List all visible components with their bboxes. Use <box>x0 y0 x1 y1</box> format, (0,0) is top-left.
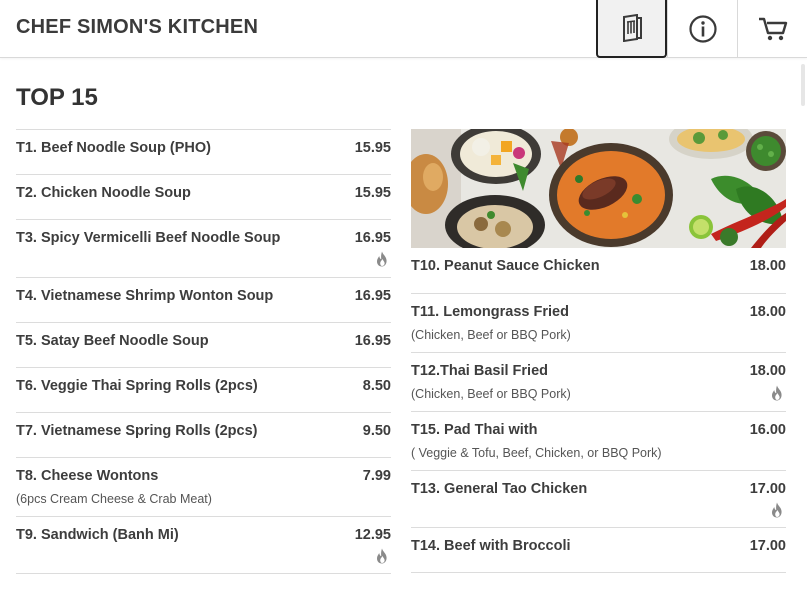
item-price: 16.95 <box>354 288 391 304</box>
item-price: 12.95 <box>354 527 391 543</box>
item-price: 18.00 <box>749 304 786 320</box>
item-name: T13. General Tao Chicken <box>411 481 588 497</box>
item-price: 18.00 <box>749 258 786 274</box>
spicy-icon <box>772 385 782 401</box>
spicy-icon <box>377 548 387 564</box>
item-price: 7.99 <box>362 468 391 484</box>
section-title: TOP 15 <box>16 84 98 111</box>
item-price: 15.95 <box>354 185 391 201</box>
info-button[interactable] <box>667 0 737 58</box>
item-price: 17.00 <box>749 538 786 554</box>
menu-item[interactable]: T15. Pad Thai with 16.00 ( Veggie & Tofu… <box>411 411 786 470</box>
item-price: 9.50 <box>362 423 391 439</box>
item-name: T11. Lemongrass Fried <box>411 304 569 320</box>
item-price: 8.50 <box>362 378 391 394</box>
item-description: (Chicken, Beef or BBQ Pork) <box>411 387 571 401</box>
cart-icon <box>758 17 787 41</box>
menu-item[interactable]: T5. Satay Beef Noodle Soup 16.95 <box>16 322 391 367</box>
item-name: T5. Satay Beef Noodle Soup <box>16 333 209 349</box>
item-price: 16.95 <box>354 230 391 246</box>
menu-item[interactable]: T7. Vietnamese Spring Rolls (2pcs) 9.50 <box>16 412 391 457</box>
item-price: 16.95 <box>354 333 391 349</box>
restaurant-name[interactable]: CHEF SIMON'S KITCHEN <box>16 16 258 39</box>
spicy-icon <box>772 502 782 518</box>
menu-item[interactable]: T11. Lemongrass Fried 18.00 (Chicken, Be… <box>411 293 786 352</box>
item-name: T12.Thai Basil Fried <box>411 363 548 379</box>
menu-item[interactable]: T4. Vietnamese Shrimp Wonton Soup 16.95 <box>16 277 391 322</box>
menu-item[interactable]: T1. Beef Noodle Soup (PHO) 15.95 <box>16 129 391 174</box>
item-description: (Chicken, Beef or BBQ Pork) <box>411 328 571 342</box>
menu-item[interactable]: T13. General Tao Chicken 17.00 <box>411 470 786 527</box>
item-price: 18.00 <box>749 363 786 379</box>
menu-item[interactable]: T14. Beef with Broccoli 17.00 <box>411 527 786 572</box>
spicy-icon <box>377 251 387 267</box>
menu-item[interactable]: T2. Chicken Noodle Soup 15.95 <box>16 174 391 219</box>
item-description: (6pcs Cream Cheese & Crab Meat) <box>16 492 212 506</box>
menu-item[interactable]: T9. Sandwich (Banh Mi) 12.95 <box>16 516 391 573</box>
app-header: CHEF SIMON'S KITCHEN <box>0 0 807 58</box>
info-icon <box>688 15 717 43</box>
item-name: T8. Cheese Wontons <box>16 468 159 484</box>
item-name: T1. Beef Noodle Soup (PHO) <box>16 140 211 156</box>
item-name: T14. Beef with Broccoli <box>411 538 571 554</box>
item-name: T4. Vietnamese Shrimp Wonton Soup <box>16 288 274 304</box>
item-name: T3. Spicy Vermicelli Beef Noodle Soup <box>16 230 281 246</box>
scrollbar[interactable] <box>801 64 805 106</box>
food-photo <box>411 129 786 248</box>
menu-item[interactable]: T8. Cheese Wontons 7.99 (6pcs Cream Chee… <box>16 457 391 516</box>
menu-column-right: T10. Peanut Sauce Chicken 18.00 T11. Lem… <box>411 129 786 573</box>
item-name: T10. Peanut Sauce Chicken <box>411 258 600 274</box>
item-name: T7. Vietnamese Spring Rolls (2pcs) <box>16 423 258 439</box>
menu-item[interactable]: T12.Thai Basil Fried 18.00 (Chicken, Bee… <box>411 352 786 411</box>
item-price: 15.95 <box>354 140 391 156</box>
item-name: T2. Chicken Noodle Soup <box>16 185 191 201</box>
column-divider <box>16 573 391 574</box>
column-divider <box>411 572 786 573</box>
item-name: T9. Sandwich (Banh Mi) <box>16 527 179 543</box>
menu-item[interactable]: T6. Veggie Thai Spring Rolls (2pcs) 8.50 <box>16 367 391 412</box>
cart-button[interactable] <box>737 0 807 58</box>
item-description: ( Veggie & Tofu, Beef, Chicken, or BBQ P… <box>411 446 662 460</box>
item-price: 16.00 <box>749 422 786 438</box>
menu-button[interactable] <box>596 0 667 58</box>
menu-item[interactable]: T3. Spicy Vermicelli Beef Noodle Soup 16… <box>16 219 391 277</box>
item-price: 17.00 <box>749 481 786 497</box>
menu-item[interactable]: T10. Peanut Sauce Chicken 18.00 <box>411 248 786 293</box>
item-name: T6. Veggie Thai Spring Rolls (2pcs) <box>16 378 258 394</box>
food-photo-illustration <box>411 129 786 248</box>
menu-book-icon <box>622 14 642 42</box>
menu-column-left: T1. Beef Noodle Soup (PHO) 15.95 T2. Chi… <box>16 129 391 574</box>
item-name: T15. Pad Thai with <box>411 422 538 438</box>
